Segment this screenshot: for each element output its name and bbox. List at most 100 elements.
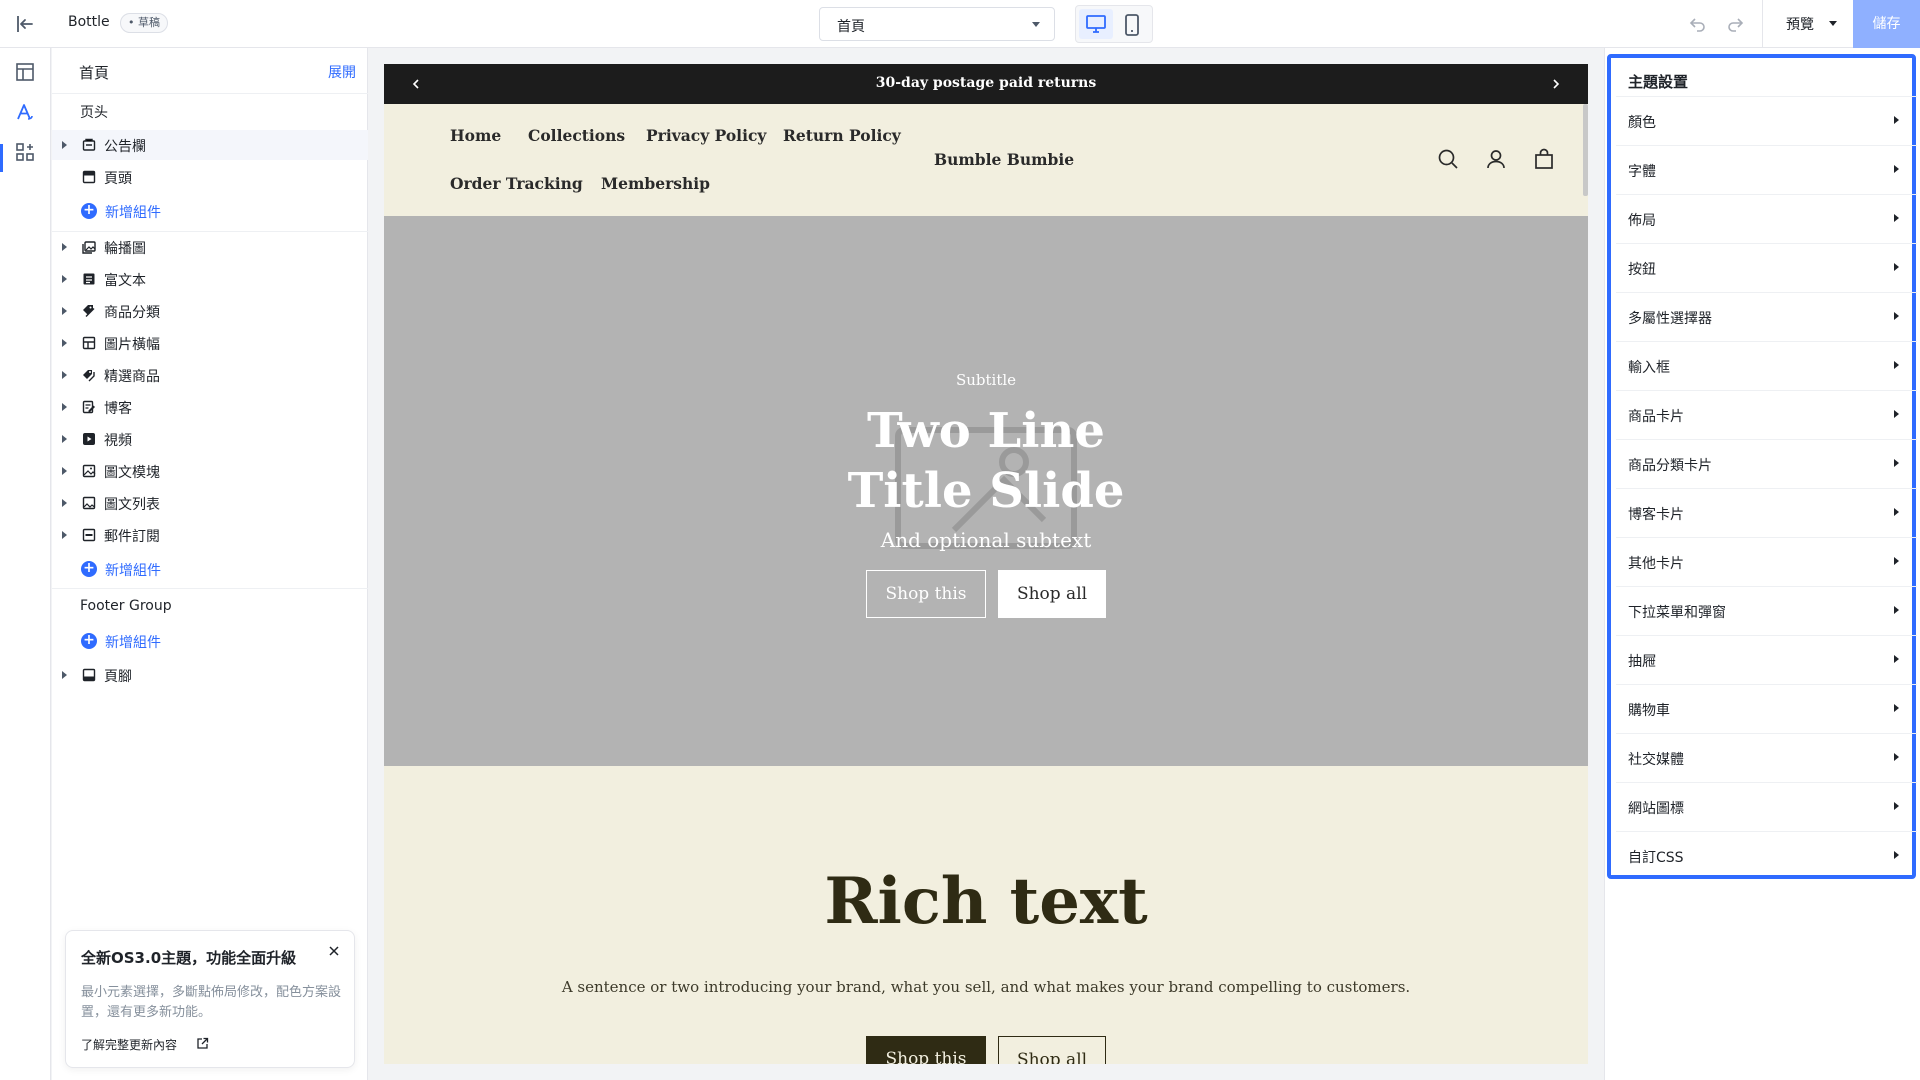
setting-label: 其他卡片 (1628, 556, 1684, 572)
tree-item-rich-text[interactable]: 富文本 (52, 264, 368, 294)
setting-row-favicon[interactable]: 網站圖標 (1616, 782, 1917, 831)
tree-item-blog[interactable]: 博客 (52, 392, 368, 422)
setting-label: 自訂CSS (1628, 850, 1684, 866)
setting-row-collection-cards[interactable]: 商品分類卡片 (1616, 439, 1917, 488)
page-select[interactable]: 首頁 (819, 7, 1055, 41)
tree-item-video[interactable]: 視頻 (52, 424, 368, 454)
setting-label: 商品卡片 (1628, 409, 1684, 425)
expand-arrow-icon[interactable] (62, 275, 67, 283)
setting-row-other-cards[interactable]: 其他卡片 (1616, 537, 1917, 586)
exit-editor-icon[interactable] (14, 13, 36, 35)
external-link-icon[interactable] (196, 1037, 209, 1050)
preview-dropdown-icon[interactable] (1829, 21, 1837, 26)
store-logo-text[interactable]: Bumble Bumbie (934, 150, 1074, 169)
image-text-icon (82, 464, 96, 478)
setting-label: 輸入框 (1628, 360, 1670, 376)
caret-right-icon (1894, 802, 1899, 810)
expand-all-link[interactable]: 展開 (328, 62, 356, 82)
close-icon[interactable] (328, 945, 340, 957)
theme-style-icon[interactable] (14, 101, 36, 123)
setting-row-cart[interactable]: 購物車 (1616, 684, 1917, 733)
expand-arrow-icon[interactable] (62, 531, 67, 539)
tree-item-header[interactable]: 頁頭 (52, 162, 368, 192)
chevron-right-icon[interactable] (1552, 79, 1560, 89)
preview-button[interactable]: 預覽 (1786, 14, 1814, 34)
caret-right-icon (1894, 606, 1899, 614)
setting-row-blog-cards[interactable]: 博客卡片 (1616, 488, 1917, 537)
cart-bag-icon[interactable] (1533, 148, 1555, 170)
save-button[interactable]: 儲存 (1853, 0, 1920, 48)
hero-shop-all-button[interactable]: Shop all (998, 570, 1106, 618)
setting-row-inputs[interactable]: 輸入框 (1616, 341, 1917, 390)
setting-row-layout[interactable]: 佈局 (1616, 194, 1917, 243)
expand-arrow-icon[interactable] (62, 403, 67, 411)
mobile-view-button[interactable] (1115, 9, 1149, 39)
tree-item-footer[interactable]: 頁腳 (52, 660, 368, 690)
nav-link-membership[interactable]: Membership (601, 174, 710, 193)
blog-icon (82, 400, 96, 414)
tree-item-image-text[interactable]: 圖文模塊 (52, 456, 368, 486)
expand-arrow-icon[interactable] (62, 671, 67, 679)
setting-label: 下拉菜單和彈窗 (1628, 605, 1726, 621)
expand-arrow-icon[interactable] (62, 467, 67, 475)
sections-icon[interactable] (14, 61, 36, 83)
caret-right-icon (1894, 704, 1899, 712)
tree-item-slideshow[interactable]: 輪播圖 (52, 232, 368, 262)
setting-row-typography[interactable]: 字體 (1616, 145, 1917, 194)
setting-row-colors[interactable]: 顏色 (1616, 96, 1917, 145)
setting-label: 顏色 (1628, 115, 1656, 131)
nav-link-home[interactable]: Home (450, 126, 501, 145)
canvas-scrollbar[interactable] (1583, 104, 1588, 196)
setting-row-product-cards[interactable]: 商品卡片 (1616, 390, 1917, 439)
caret-right-icon (1894, 753, 1899, 761)
expand-arrow-icon[interactable] (62, 371, 67, 379)
setting-row-variant-picker[interactable]: 多屬性選擇器 (1616, 292, 1917, 341)
setting-row-dropdowns-popups[interactable]: 下拉菜單和彈窗 (1616, 586, 1917, 635)
redo-icon[interactable] (1726, 15, 1744, 33)
search-icon[interactable] (1437, 148, 1459, 170)
tree-item-label: 公告欄 (104, 139, 146, 155)
hero-subtext: And optional subtext (880, 528, 1092, 552)
hero-title: Two Line Title Slide (384, 401, 1588, 521)
tree-item-image-banner[interactable]: 圖片橫幅 (52, 328, 368, 358)
notice-link[interactable]: 了解完整更新內容 (81, 1036, 177, 1053)
setting-row-buttons[interactable]: 按鈕 (1616, 243, 1917, 292)
nav-link-order-tracking[interactable]: Order Tracking (450, 174, 583, 193)
nav-link-privacy-policy[interactable]: Privacy Policy (646, 126, 766, 145)
expand-arrow-icon[interactable] (62, 499, 67, 507)
setting-row-drawers[interactable]: 抽屜 (1616, 635, 1917, 684)
setting-label: 商品分類卡片 (1628, 458, 1712, 474)
caret-right-icon (1894, 116, 1899, 124)
setting-row-custom-css[interactable]: 自訂CSS (1616, 831, 1917, 880)
video-icon (82, 432, 96, 446)
expand-arrow-icon[interactable] (62, 339, 67, 347)
plus-circle-icon: + (81, 633, 97, 649)
rich-shop-all-button[interactable]: Shop all (998, 1036, 1106, 1064)
nav-link-return-policy[interactable]: Return Policy (783, 126, 901, 145)
add-component-header[interactable]: + 新增組件 (52, 196, 368, 226)
notice-body: 最小元素選擇，多斷點佈局修改，配色方案設置，還有更多新功能。 (81, 985, 342, 1020)
setting-row-social-media[interactable]: 社交媒體 (1616, 733, 1917, 782)
desktop-view-button[interactable] (1079, 9, 1113, 39)
tree-item-announcement[interactable]: 公告欄 (52, 130, 368, 160)
tree-item-label: 視頻 (104, 433, 132, 449)
tree-item-featured-product[interactable]: 精選商品 (52, 360, 368, 390)
tree-item-newsletter[interactable]: 郵件訂閱 (52, 520, 368, 550)
tree-item-image-list[interactable]: 圖文列表 (52, 488, 368, 518)
undo-icon[interactable] (1689, 15, 1707, 33)
expand-arrow-icon[interactable] (62, 307, 67, 315)
expand-arrow-icon[interactable] (62, 141, 67, 149)
divider (52, 588, 368, 589)
rich-text-icon (82, 272, 96, 286)
tree-item-collection[interactable]: 商品分類 (52, 296, 368, 326)
add-component-footer[interactable]: + 新增組件 (52, 626, 368, 656)
rich-shop-this-button[interactable]: Shop this (866, 1036, 986, 1064)
hero-shop-this-button[interactable]: Shop this (866, 570, 986, 618)
nav-link-collections[interactable]: Collections (528, 126, 625, 145)
expand-arrow-icon[interactable] (62, 243, 67, 251)
account-icon[interactable] (1485, 148, 1507, 170)
apps-icon[interactable] (14, 141, 36, 163)
add-component-sections[interactable]: + 新增組件 (52, 554, 368, 584)
expand-arrow-icon[interactable] (62, 435, 67, 443)
chevron-down-icon (1032, 22, 1040, 27)
